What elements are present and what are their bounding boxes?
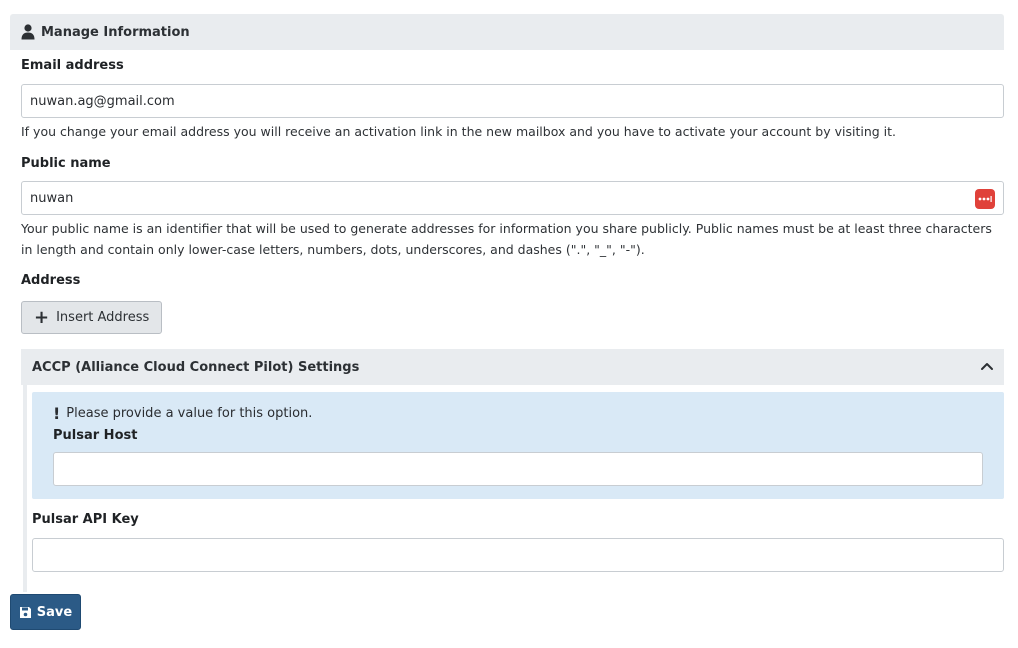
- save-icon: [19, 606, 32, 619]
- insert-address-button[interactable]: + Insert Address: [21, 301, 163, 334]
- save-button[interactable]: Save: [10, 594, 81, 630]
- exclamation-icon: !: [53, 404, 61, 423]
- card-header: Manage Information: [10, 14, 1004, 50]
- chevron-up-icon[interactable]: [980, 359, 994, 373]
- alert-message: Please provide a value for this option.: [66, 406, 313, 421]
- email-field[interactable]: nuwan.ag@gmail.com: [21, 84, 1004, 118]
- password-manager-icon[interactable]: [975, 189, 995, 209]
- pulsar-api-key-field[interactable]: [32, 538, 1004, 572]
- pulsar-api-key-label: Pulsar API Key: [32, 512, 139, 527]
- public-name-value: nuwan: [30, 190, 74, 206]
- public-name-label: Public name: [21, 156, 111, 171]
- pulsar-host-label: Pulsar Host: [53, 428, 138, 443]
- public-name-help-text: Your public name is an identifier that w…: [21, 221, 992, 257]
- plus-icon: +: [34, 306, 50, 328]
- insert-address-label: Insert Address: [56, 310, 150, 325]
- manage-information-card: Manage Information Email address nuwan.a…: [10, 14, 1004, 592]
- email-value: nuwan.ag@gmail.com: [30, 93, 175, 109]
- pulsar-host-field[interactable]: [53, 452, 983, 486]
- card-title: Manage Information: [41, 24, 190, 40]
- section-left-border: [23, 385, 27, 592]
- accp-settings-section: ACCP (Alliance Cloud Connect Pilot) Sett…: [21, 349, 1004, 592]
- accp-section-title: ACCP (Alliance Cloud Connect Pilot) Sett…: [32, 359, 360, 375]
- user-icon: [21, 24, 35, 40]
- address-label: Address: [21, 273, 81, 288]
- public-name-field[interactable]: nuwan: [21, 181, 1004, 215]
- accp-section-header[interactable]: ACCP (Alliance Cloud Connect Pilot) Sett…: [21, 349, 1004, 385]
- pulsar-host-alert: ! Please provide a value for this option…: [32, 392, 1004, 499]
- save-label: Save: [36, 604, 73, 620]
- email-help-text: If you change your email address you wil…: [21, 124, 897, 139]
- email-label: Email address: [21, 58, 124, 73]
